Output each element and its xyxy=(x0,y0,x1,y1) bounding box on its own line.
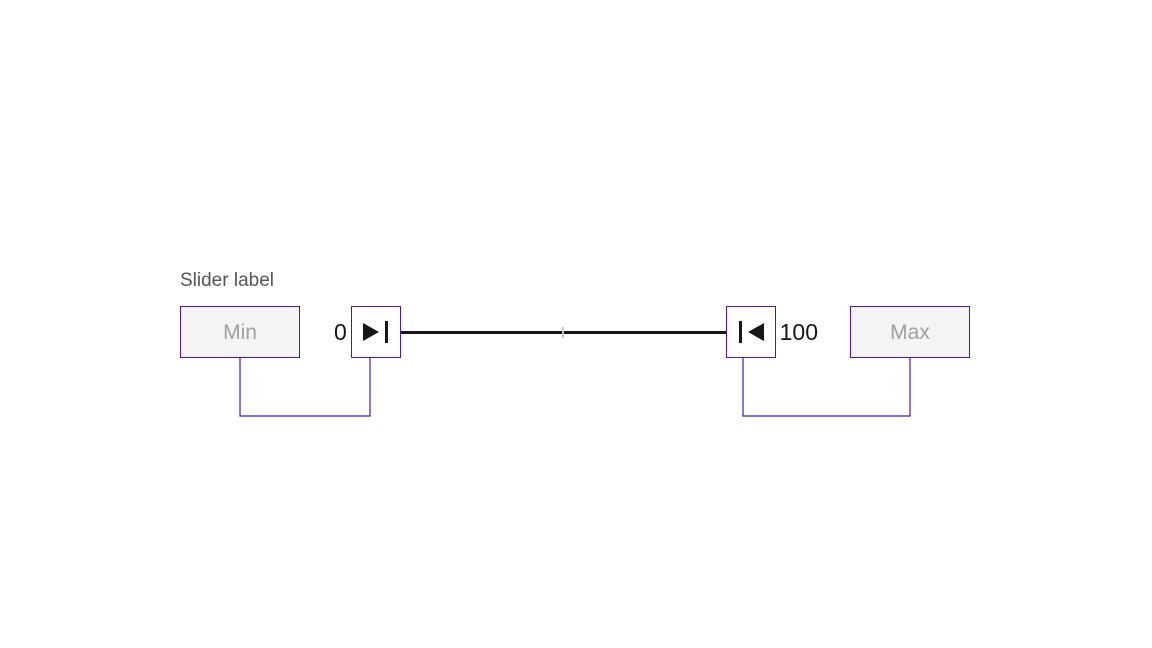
slider-handle-right[interactable] xyxy=(726,306,776,358)
slider-track[interactable] xyxy=(401,331,726,334)
handle-left-icon xyxy=(359,320,393,344)
slider-handle-left[interactable] xyxy=(351,306,401,358)
connector-lines xyxy=(180,358,970,438)
max-input[interactable]: Max xyxy=(850,306,970,358)
range-min-value: 0 xyxy=(330,319,351,346)
track-midpoint-tick xyxy=(562,327,564,338)
slider-label: Slider label xyxy=(180,270,970,292)
slider-row: Min 0 100 Max xyxy=(180,306,970,358)
min-input[interactable]: Min xyxy=(180,306,300,358)
range-max-value: 100 xyxy=(776,319,822,346)
slider-diagram: Slider label Min 0 100 Max xyxy=(180,270,970,358)
handle-right-icon xyxy=(734,320,768,344)
